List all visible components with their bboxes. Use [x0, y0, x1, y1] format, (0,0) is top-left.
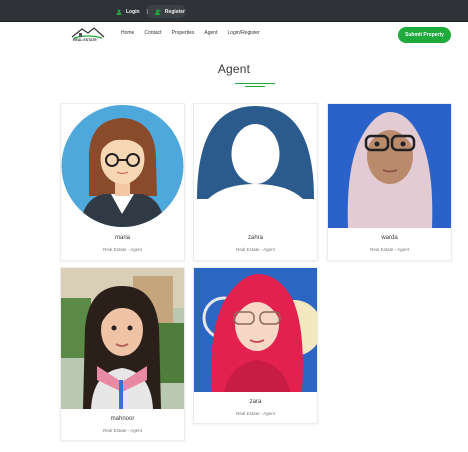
nav-item-home[interactable]: Home	[121, 30, 134, 36]
agent-card[interactable]: zara Real Estate - Agent	[193, 267, 318, 424]
page-title: Agent	[217, 62, 251, 76]
default-user-avatar-icon	[194, 104, 317, 228]
agent-portrait-image	[328, 104, 451, 228]
woman-avatar-icon	[61, 105, 184, 227]
nav-item-login-register[interactable]: Login/Register	[227, 30, 259, 36]
nav-item-contact[interactable]: Contact	[144, 30, 161, 36]
top-bar: Login | Register	[0, 0, 468, 22]
agent-card[interactable]: zahra Real Estate - Agent	[193, 103, 318, 261]
nav-item-properties[interactable]: Properties	[172, 30, 195, 36]
logo-text: REAL ESTATE	[73, 38, 97, 42]
nav-item-agent[interactable]: Agent	[204, 30, 217, 36]
title-underline-short	[245, 86, 265, 87]
main-nav: REAL ESTATE Home Contact Properties Agen…	[0, 22, 468, 48]
agent-card[interactable]: mahnoor Real Estate - Agent	[60, 267, 185, 441]
agent-role: Real Estate - Agent	[236, 247, 275, 252]
agent-role: Real Estate - Agent	[370, 247, 409, 252]
agent-portrait-image	[61, 268, 184, 409]
agent-photo	[61, 268, 184, 409]
site-logo[interactable]: REAL ESTATE	[70, 25, 106, 45]
login-link[interactable]: Login	[126, 9, 140, 15]
agent-card[interactable]: warda Real Estate - Agent	[327, 103, 452, 261]
submit-property-button[interactable]: Submit Property	[398, 27, 451, 43]
agent-photo	[328, 104, 451, 228]
house-logo-icon	[71, 27, 105, 39]
agent-name: maria	[114, 235, 130, 241]
agent-photo	[61, 104, 184, 228]
agent-photo	[194, 104, 317, 228]
user-plus-icon	[154, 8, 161, 15]
register-link[interactable]: Register	[165, 9, 185, 15]
agent-role: Real Estate - Agent	[103, 247, 142, 252]
nav-menu: Home Contact Properties Agent Login/Regi…	[121, 30, 260, 36]
agent-name: zahra	[247, 235, 263, 241]
agent-role: Real Estate - Agent	[236, 411, 275, 416]
user-icon	[116, 8, 122, 15]
auth-separator: |	[146, 8, 148, 15]
agent-name: warda	[381, 235, 398, 241]
agent-photo	[194, 268, 317, 392]
agent-card[interactable]: maria Real Estate - Agent	[60, 103, 185, 261]
title-underline	[235, 83, 275, 84]
auth-links: Login | Register	[116, 5, 185, 18]
agent-name: zara	[249, 399, 262, 405]
agent-portrait-image	[194, 268, 317, 392]
agent-role: Real Estate - Agent	[103, 428, 142, 433]
agent-name: mahnoor	[110, 416, 135, 422]
